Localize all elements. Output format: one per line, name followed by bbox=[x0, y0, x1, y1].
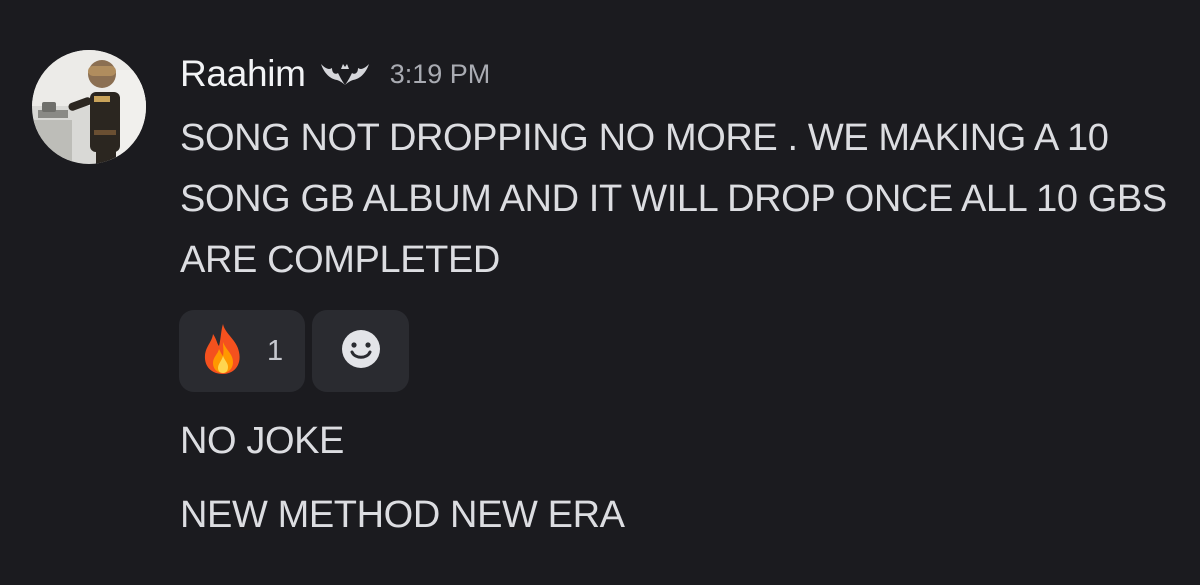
timestamp: 3:19 PM bbox=[389, 58, 491, 89]
smiley-face-icon bbox=[340, 328, 382, 375]
username[interactable]: Raahim bbox=[180, 53, 306, 95]
reactions-bar: 1 bbox=[179, 310, 409, 392]
reaction-fire[interactable]: 1 bbox=[179, 310, 305, 392]
followup-message: NEW METHOD NEW ERA bbox=[180, 494, 625, 536]
reaction-count: 1 bbox=[267, 334, 284, 367]
avatar[interactable] bbox=[32, 50, 146, 164]
bat-icon bbox=[320, 60, 370, 88]
message-header: Raahim 3:19 PM bbox=[180, 48, 490, 100]
avatar-image bbox=[32, 50, 146, 164]
followup-message: NO JOKE bbox=[180, 420, 345, 462]
fire-emoji-icon bbox=[199, 322, 247, 381]
message-text: SONG NOT DROPPING NO MORE . WE MAKING A … bbox=[180, 117, 1167, 281]
add-reaction-button[interactable] bbox=[312, 310, 409, 392]
